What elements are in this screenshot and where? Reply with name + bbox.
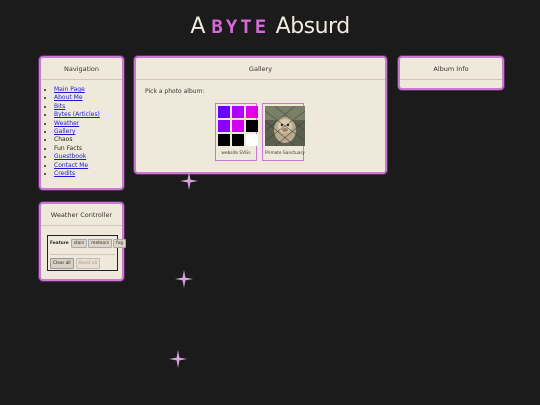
svg-grid-cell [246,106,258,118]
album-card-website-svgs[interactable]: website SVGs [215,103,258,161]
album-label: Primate Sanctuary [265,151,305,156]
navigation-title: Navigation [41,58,122,80]
svg-grid-cell [218,134,230,146]
svg-grid-cell [246,120,258,132]
gallery-title: Gallery [136,58,385,80]
title-suffix: Absurd [275,14,351,39]
nav-item: Weather [54,120,122,128]
nav-list: Main PageAbout Me BitsBytes (Articles) Wea… [41,86,122,178]
feature-meteors-toggle[interactable]: meteors [88,239,113,248]
svg-grid-cell [218,106,230,118]
nav-link-chaos: Chaos [54,136,73,144]
svg-grid-cell [246,134,258,146]
weather-controller-panel: Weather Controller Feature stars meteors… [39,202,126,281]
nav-item: Bits [54,103,122,111]
nav-link-guestbook[interactable]: Guestbook [54,153,86,160]
album-info-title: Album Info [400,58,502,80]
nav-item: Contact Me [54,162,122,170]
album-list: website SVGs Primate Sanctuary [215,103,306,161]
feature-row: Feature stars meteors fog [48,236,126,248]
nav-item: Gallery [54,128,122,136]
weather-controls: Feature stars meteors fog Clear all Rese… [47,235,126,272]
primate-sanctuary-thumbnail[interactable] [264,105,306,147]
svg-grid-cell [232,134,244,146]
website-svgs-thumbnail[interactable] [218,106,258,146]
album-card-primate-sanctuary[interactable]: Primate Sanctuary [262,103,306,161]
nav-link-contact-me[interactable]: Contact Me [54,162,88,169]
nav-item: Bytes (Articles) [54,111,122,119]
nav-item: Guestbook [54,153,122,161]
clear-all-button[interactable]: Clear all [50,258,74,269]
gallery-prompt: Pick a photo album: [145,88,205,95]
nav-item: Fun Facts [54,145,122,153]
svg-grid-cell [232,106,244,118]
weather-controller-title: Weather Controller [41,204,122,226]
svg-grid-cell [232,120,244,132]
nav-link-gallery[interactable]: Gallery [54,128,75,135]
svg-grid-cell [218,120,230,132]
feature-stars-toggle[interactable]: stars [70,239,88,248]
nav-link-about-me[interactable]: About Me [54,94,83,101]
nav-link-main-page[interactable]: Main Page [54,86,85,93]
sparkle-icon [180,172,198,190]
nav-item: Chaos [54,136,122,144]
site-title: A BYTE Absurd [0,14,540,39]
feature-label: Feature [50,241,69,246]
reset-all-button[interactable]: Reset all [75,258,101,269]
weather-actions: Clear all Reset all [48,255,117,272]
nav-item: Main Page [54,86,122,94]
nav-link-credits[interactable]: Credits [54,170,75,177]
title-prefix: A [190,14,205,39]
nav-link-fun-facts: Fun Facts [54,144,82,152]
nav-item: About Me [54,94,122,102]
title-brand: BYTE [211,16,270,38]
sparkle-icon [175,270,193,288]
nav-link-weather[interactable]: Weather [54,120,79,127]
nav-link-bits[interactable]: Bits [54,103,65,110]
navigation-panel: Navigation Main PageAbout Me BitsBytes (A… [39,56,124,190]
gallery-panel: Gallery Pick a photo album: website SVGs [134,56,387,174]
album-info-panel: Album Info [398,56,504,90]
feature-fog-toggle[interactable]: fog [113,239,126,248]
nav-link-bytes-articles[interactable]: Bytes (Articles) [54,111,100,118]
nav-item: Credits [54,170,122,178]
sparkle-icon [169,350,187,368]
album-label: website SVGs [221,151,251,156]
